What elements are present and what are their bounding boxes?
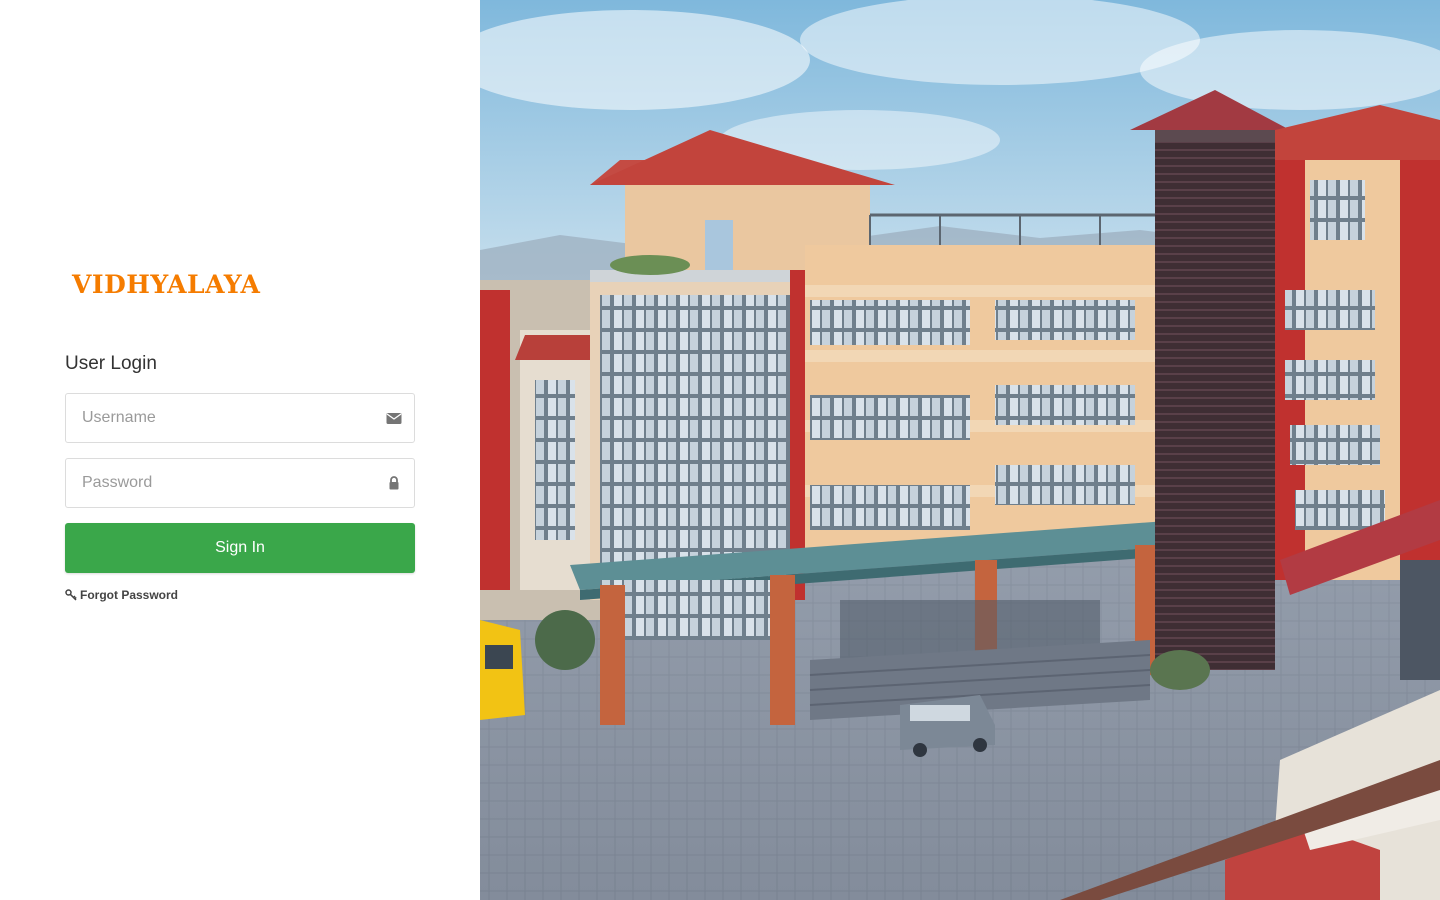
- key-icon: [65, 589, 77, 601]
- envelope-icon: [386, 410, 402, 426]
- password-input[interactable]: [66, 459, 372, 507]
- username-field-wrapper: [65, 393, 415, 443]
- username-input[interactable]: [66, 394, 372, 442]
- login-page: VIDHYALAYA User Login Sign In: [0, 0, 1440, 900]
- login-panel: VIDHYALAYA User Login Sign In: [0, 0, 480, 900]
- forgot-password-label: Forgot Password: [80, 588, 179, 602]
- password-field-wrapper: [65, 458, 415, 508]
- lock-icon: [386, 475, 402, 491]
- sign-in-button[interactable]: Sign In: [65, 523, 415, 573]
- brand-logo: VIDHYALAYA: [72, 270, 261, 299]
- login-title: User Login: [65, 353, 157, 374]
- school-building-photo: [480, 0, 1440, 900]
- forgot-password-link[interactable]: Forgot Password: [65, 586, 178, 604]
